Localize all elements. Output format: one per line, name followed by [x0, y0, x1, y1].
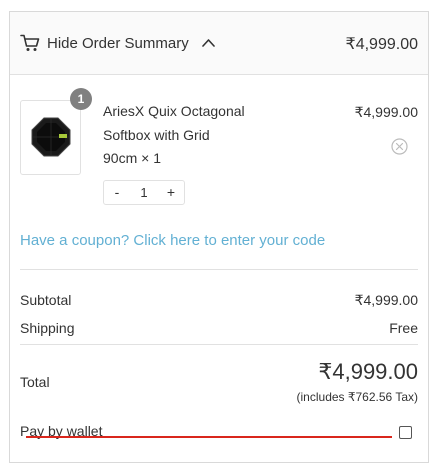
decrease-quantity-button[interactable]: -: [104, 181, 130, 204]
subtotal-value: ₹4,999.00: [354, 292, 418, 308]
order-summary-toggle[interactable]: Hide Order Summary ₹4,999.00: [10, 12, 428, 75]
quantity-stepper: - +: [103, 180, 185, 205]
total-label: Total: [20, 374, 50, 390]
coupon-link[interactable]: Have a coupon? Click here to enter your …: [20, 232, 325, 249]
tax-note: (includes ₹762.56 Tax): [296, 390, 418, 404]
product-thumbnail: [20, 100, 81, 175]
subtotal-label: Subtotal: [20, 292, 72, 308]
shipping-label: Shipping: [20, 320, 75, 336]
divider: [20, 269, 418, 270]
increase-quantity-button[interactable]: +: [158, 181, 184, 204]
product-variant: 90cm × 1: [103, 150, 161, 166]
product-price: ₹4,999.00: [354, 104, 418, 120]
total-value: ₹4,999.00: [318, 359, 418, 384]
quantity-input[interactable]: [130, 181, 158, 204]
cart-icon: [20, 34, 40, 51]
quantity-badge: 1: [70, 88, 92, 110]
pay-by-wallet-checkbox[interactable]: [399, 426, 412, 439]
shipping-value: Free: [389, 320, 418, 336]
toggle-summary-label[interactable]: Hide Order Summary: [47, 35, 189, 52]
order-summary-panel: Hide Order Summary ₹4,999.00 1 AriesX Qu…: [9, 11, 429, 463]
header-total-price: ₹4,999.00: [345, 36, 418, 53]
product-name: AriesX Quix Octagonal Softbox with Grid: [103, 103, 245, 143]
remove-item-icon[interactable]: [391, 138, 408, 155]
red-underline: [26, 436, 392, 438]
divider: [20, 344, 418, 345]
chevron-up-icon: [202, 39, 215, 47]
softbox-product-image: [31, 117, 71, 157]
